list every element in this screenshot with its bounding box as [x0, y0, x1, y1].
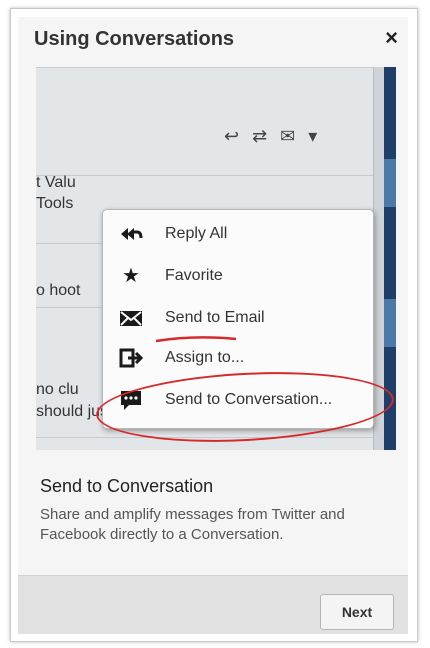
close-icon[interactable]: × — [385, 27, 398, 49]
dialog-title: Using Conversations — [34, 28, 235, 50]
strikethrough-mark — [155, 336, 237, 343]
background-text: o hoot — [36, 282, 81, 299]
background-text: no clu — [36, 381, 79, 398]
feature-description: Share and amplify messages from Twitter … — [40, 506, 345, 543]
menu-item-label: Assign to... — [165, 349, 245, 366]
reply-all-icon — [119, 222, 143, 246]
menu-item-assign-to[interactable]: Assign to... — [103, 338, 373, 378]
star-icon: ★ — [122, 265, 140, 287]
assign-icon — [119, 346, 144, 370]
background-text: t Valu — [36, 174, 76, 191]
envelope-icon — [119, 306, 143, 330]
menu-item-label: Reply All — [165, 225, 228, 242]
feature-screenshot: ↩ ⇄ ✉ ▾ t Valu Tools o hoot no clu shoul… — [36, 67, 396, 450]
menu-item-send-to-email[interactable]: Send to Email — [103, 298, 373, 338]
menu-item-label: Favorite — [165, 267, 223, 284]
feature-heading: Send to Conversation — [40, 476, 214, 496]
next-button[interactable]: Next — [320, 594, 394, 630]
tour-dialog: Using Conversations × ↩ ⇄ ✉ ▾ t Valu Too… — [18, 17, 408, 634]
menu-item-favorite[interactable]: ★ Favorite — [103, 256, 373, 296]
toolbar-icons: ↩ ⇄ ✉ ▾ — [224, 126, 322, 146]
dialog-footer: Next — [18, 575, 408, 634]
menu-item-label: Send to Email — [165, 309, 265, 326]
background-text: Tools — [36, 195, 74, 212]
menu-item-reply-all[interactable]: Reply All — [103, 214, 373, 254]
